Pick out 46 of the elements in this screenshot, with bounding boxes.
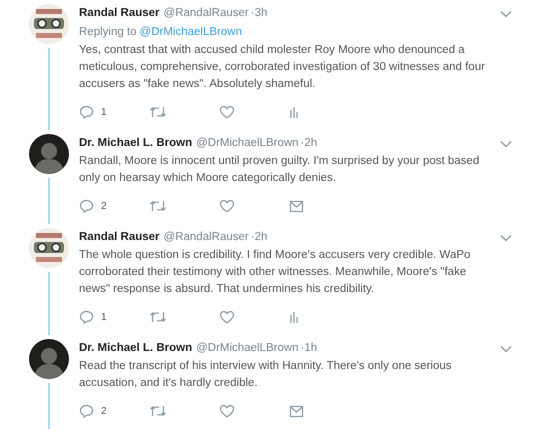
replying-label: Replying to <box>79 26 137 38</box>
retweet-icon[interactable] <box>149 310 167 324</box>
author-name[interactable]: Dr. Michael L. Brown <box>79 341 192 356</box>
timestamp[interactable]: ·1h <box>300 341 318 356</box>
tweet-text: Read the transcript of his interview with Hannity. There's only one serious accusation, and it's hardly credible. <box>79 359 453 391</box>
reply-icon[interactable] <box>79 404 94 418</box>
author-handle[interactable]: @DrMichaelLBrown <box>196 136 299 151</box>
heart-icon[interactable] <box>219 310 235 324</box>
author-handle[interactable]: @RandalRauser <box>164 6 249 21</box>
author-handle[interactable]: @RandalRauser <box>164 230 249 245</box>
heart-icon[interactable] <box>219 105 235 119</box>
tweet-text: Yes, contrast that with accused child molester Roy Moore who denounced a meticulous, comprehensive, corroborated investigation of 30 witnesses and four accusers as "fake news". Absolutely shameful. <box>79 43 486 92</box>
reply-count: 2 <box>101 406 107 416</box>
reply-icon[interactable] <box>79 310 94 324</box>
author-name[interactable]: Randal Rauser <box>79 230 160 245</box>
chevron-down-icon[interactable] <box>500 140 512 148</box>
reply-count: 2 <box>101 200 107 212</box>
mention-link[interactable]: @DrMichaelLBrown <box>140 26 242 38</box>
retweet-icon[interactable] <box>149 404 167 418</box>
bar-chart-icon[interactable] <box>289 105 299 119</box>
envelope-icon[interactable] <box>289 404 304 418</box>
chevron-down-icon[interactable] <box>500 344 512 352</box>
logo-avatar[interactable] <box>29 4 69 44</box>
avatar-silhouette[interactable] <box>29 339 69 379</box>
author-name[interactable]: Dr. Michael L. Brown <box>79 136 192 151</box>
logo-avatar[interactable] <box>29 228 69 268</box>
timestamp[interactable]: ·2h <box>250 230 268 245</box>
chevron-down-icon[interactable] <box>500 234 512 242</box>
chevron-down-icon[interactable] <box>500 10 512 18</box>
reply-count: 1 <box>101 106 107 118</box>
reply-count: 1 <box>101 312 107 322</box>
timestamp[interactable]: ·2h <box>300 136 318 151</box>
avatar-silhouette[interactable] <box>29 134 69 174</box>
bar-chart-icon[interactable] <box>289 310 299 324</box>
envelope-icon[interactable] <box>289 200 304 212</box>
timestamp[interactable]: ·3h <box>250 6 268 21</box>
author-handle[interactable]: @DrMichaelLBrown <box>196 341 299 356</box>
reply-icon[interactable] <box>79 199 94 213</box>
heart-icon[interactable] <box>219 404 235 418</box>
heart-icon[interactable] <box>219 199 235 213</box>
tweet-text: Randall, Moore is innocent until proven guilty. I'm surprised by your post based only on hearsay which Moore categorically denies. <box>79 154 480 186</box>
reply-icon[interactable] <box>79 105 94 119</box>
retweet-icon[interactable] <box>149 105 167 119</box>
retweet-icon[interactable] <box>149 199 167 213</box>
tweet-text: The whole question is credibility. I find Moore's accusers very credible. WaPo corroborated their testimony with other witnesses. Meanwhile, Moore's "fake news" response is absurd. That undermines his credibility. <box>79 248 472 297</box>
author-name[interactable]: Randal Rauser <box>79 6 160 21</box>
